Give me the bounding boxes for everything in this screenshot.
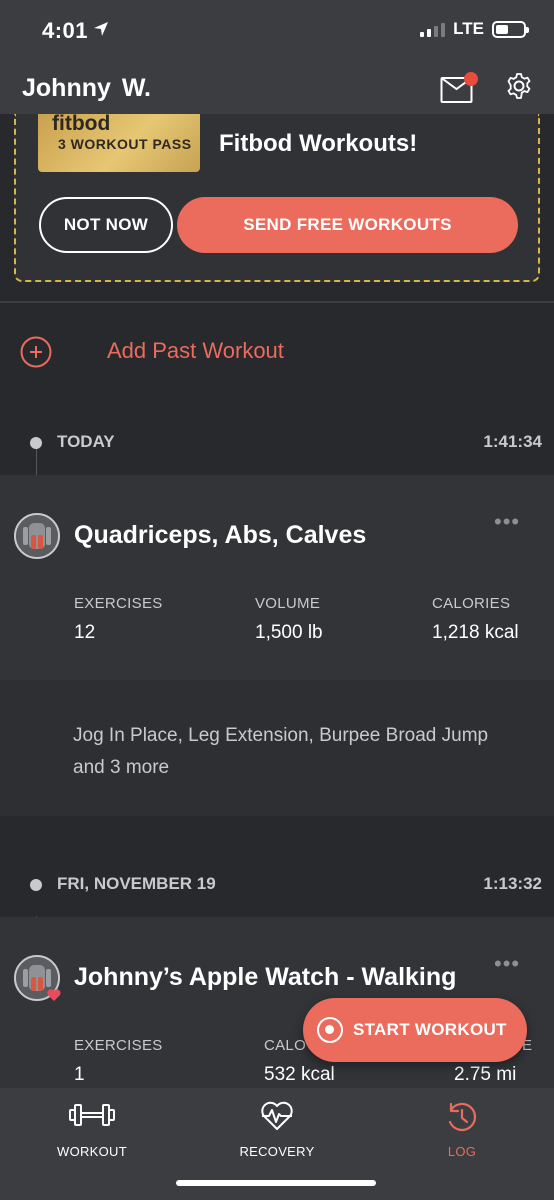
stat-value: 1 <box>74 1064 85 1085</box>
stat-label: VOLUME <box>255 595 321 612</box>
battery-icon <box>492 20 529 38</box>
stat-value: 12 <box>74 622 96 643</box>
exercise-summary-text: Jog In Place, Leg Extension, Burpee Broa… <box>73 725 489 778</box>
stat-value: 532 kcal <box>264 1064 335 1085</box>
recovery-heart-icon <box>261 1101 293 1130</box>
status-indicators: LTE <box>420 19 529 39</box>
more-options-icon[interactable]: ••• <box>494 951 520 977</box>
day-label: FRI, NOVEMBER 19 <box>57 874 216 893</box>
muscle-avatar-icon <box>14 513 60 559</box>
fitbod-logo-text: fitbod <box>52 112 111 135</box>
stat-label: CALORIES <box>432 595 511 612</box>
start-workout-label: START WORKOUT <box>353 1020 507 1039</box>
stat-label: EXERCISES <box>74 1037 163 1054</box>
tab-label: LOG <box>447 1144 477 1159</box>
pass-label: 3 WORKOUT PASS <box>58 136 192 152</box>
timeline-dot <box>30 437 42 449</box>
record-icon <box>317 1017 343 1043</box>
gear-icon[interactable] <box>505 72 533 100</box>
status-bar: 4:01 LTE <box>0 0 554 62</box>
dumbbell-icon <box>69 1104 115 1126</box>
tab-log[interactable]: LOG <box>392 1100 532 1164</box>
stat-label: EXERCISES <box>74 595 163 612</box>
signal-icon <box>420 21 446 37</box>
day-duration: 1:13:32 <box>483 874 542 893</box>
timeline-dot <box>30 879 42 891</box>
stat-label: CALO <box>264 1037 307 1054</box>
add-past-workout-row[interactable]: Add Past Workout <box>20 336 284 368</box>
stat-value: 1,500 lb <box>255 622 323 643</box>
promo-title: Fitbod Workouts! <box>219 130 418 157</box>
more-options-icon[interactable]: ••• <box>494 509 520 535</box>
app-header: Johnny W. <box>0 62 554 114</box>
stat-value: 2.75 mi <box>454 1064 517 1085</box>
stat-value: 1,218 kcal <box>432 622 519 643</box>
network-label: LTE <box>453 19 484 38</box>
workout-pass-card: fitbod 3 WORKOUT PASS <box>38 112 200 172</box>
not-now-button[interactable]: NOT NOW <box>39 197 173 253</box>
day-duration: 1:41:34 <box>483 432 542 451</box>
tab-recovery[interactable]: RECOVERY <box>207 1100 347 1164</box>
home-indicator <box>176 1180 376 1186</box>
status-time: 4:01 <box>42 18 89 43</box>
workout-card[interactable]: Quadriceps, Abs, Calves ••• EXERCISES 12… <box>0 475 554 680</box>
mail-icon[interactable] <box>440 70 480 104</box>
day-header: FRI, NOVEMBER 19 1:13:32 <box>0 870 554 900</box>
heart-badge-icon <box>47 989 61 1001</box>
referral-promo-card: fitbod 3 WORKOUT PASS Fitbod Workouts! N… <box>14 112 540 282</box>
profile-name[interactable]: Johnny W. <box>22 74 151 103</box>
log-clock-icon <box>448 1102 477 1132</box>
tab-label: WORKOUT <box>57 1144 127 1159</box>
send-free-workouts-button[interactable]: SEND FREE WORKOUTS <box>177 197 518 253</box>
workout-title[interactable]: Johnny’s Apple Watch - Walking <box>74 963 456 992</box>
exercise-summary[interactable]: Jog In Place, Leg Extension, Burpee Broa… <box>0 680 554 816</box>
workout-title[interactable]: Quadriceps, Abs, Calves <box>74 521 366 550</box>
location-arrow-icon <box>94 22 108 36</box>
add-past-workout-label[interactable]: Add Past Workout <box>107 338 284 364</box>
divider <box>0 301 554 303</box>
section-gap <box>0 816 554 916</box>
add-circle-icon[interactable] <box>20 336 52 368</box>
day-header: TODAY 1:41:34 <box>0 428 554 458</box>
tab-workout[interactable]: WORKOUT <box>22 1100 162 1164</box>
tab-label: RECOVERY <box>239 1144 315 1159</box>
start-workout-button[interactable]: START WORKOUT <box>303 998 527 1062</box>
day-label: TODAY <box>57 432 115 451</box>
